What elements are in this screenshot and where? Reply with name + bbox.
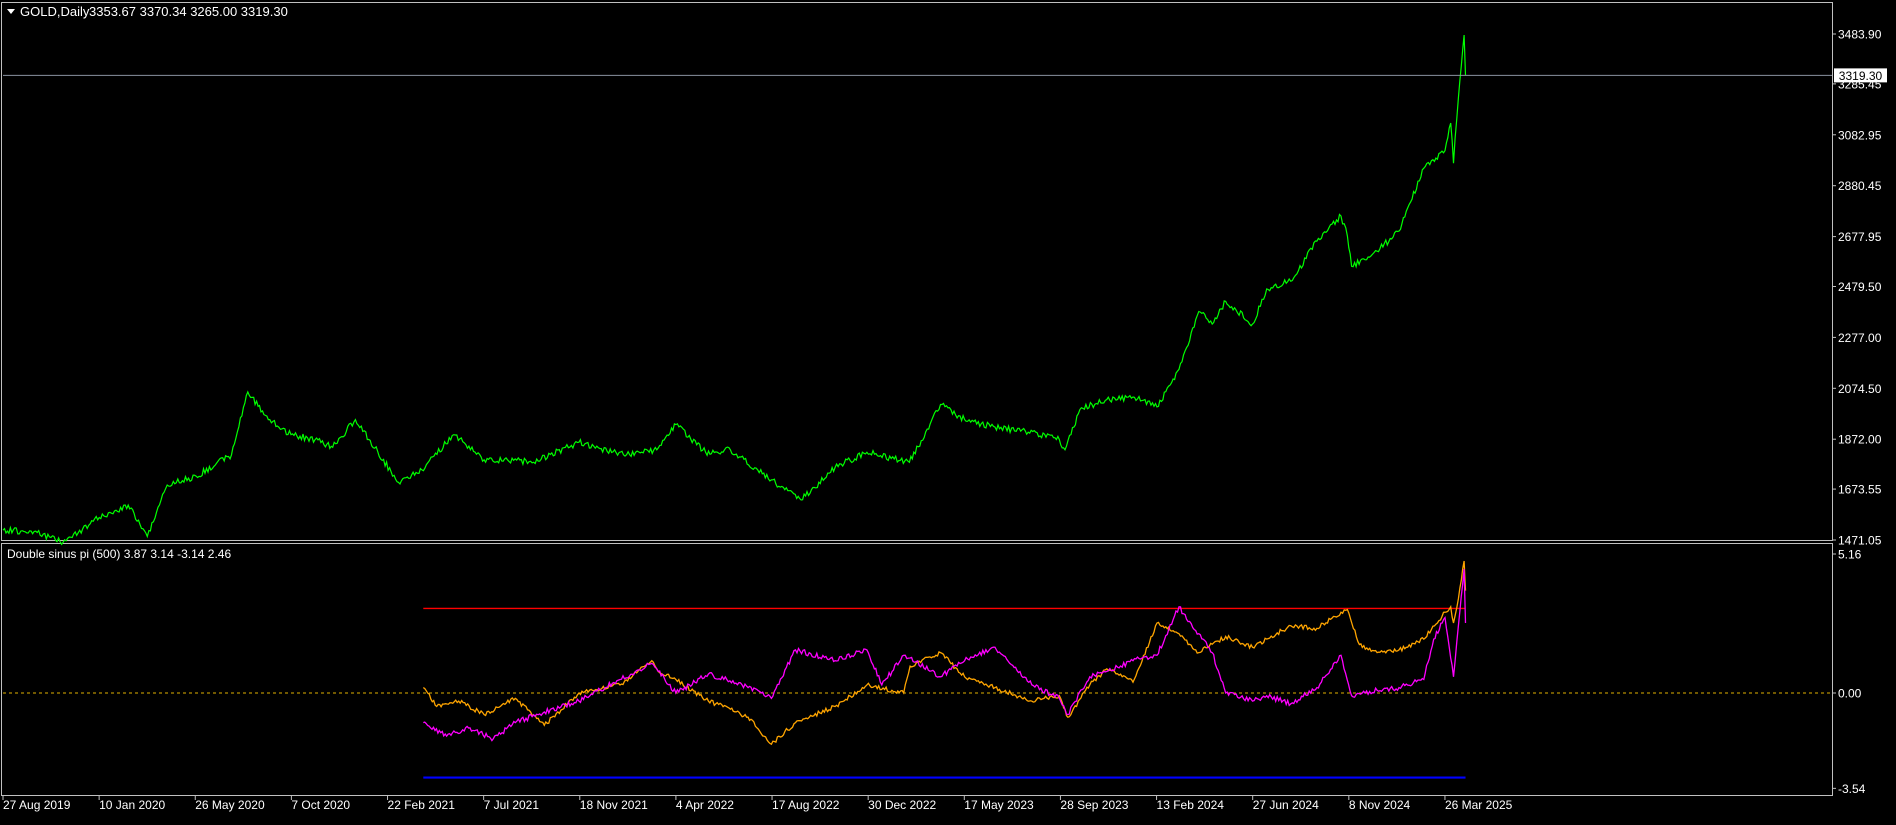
time-axis-tick-label: 27 Jun 2024 — [1253, 798, 1319, 812]
indicator-title: Double sinus pi (500) 3.87 3.14 -3.14 2.… — [7, 547, 231, 561]
indicator-axis-tick-label: 0.00 — [1838, 687, 1862, 701]
time-axis-tick-label: 8 Nov 2024 — [1349, 798, 1411, 812]
price-line — [2, 34, 1467, 546]
price-axis-tick-label: 1673.55 — [1838, 483, 1882, 497]
collapse-triangle-icon[interactable] — [7, 9, 15, 14]
time-axis-tick-label: 26 Mar 2025 — [1445, 798, 1513, 812]
trading-chart[interactable]: 3483.90 3285.45 3082.95 2880.45 2677.95 2479.… — [0, 0, 1896, 820]
symbol-title: GOLD,Daily — [20, 4, 90, 19]
price-axis-tick-label: 2277.00 — [1838, 331, 1882, 345]
indicator-axis-tick-label: -3.54 — [1838, 782, 1866, 796]
price-axis-tick-label: 2880.45 — [1838, 179, 1882, 193]
chart-svg: 3483.903285.453082.952880.452677.952479.… — [1, 2, 1887, 812]
time-axis-tick-label: 13 Feb 2024 — [1157, 798, 1225, 812]
time-axis-tick-label: 28 Sep 2023 — [1060, 798, 1128, 812]
time-axis-tick-label: 27 Aug 2019 — [3, 798, 71, 812]
price-axis-tick-label: 2479.50 — [1838, 280, 1882, 294]
price-axis-tick-label: 1872.00 — [1838, 433, 1882, 447]
time-axis-tick-label: 7 Jul 2021 — [484, 798, 540, 812]
main-panel-frame — [1, 2, 1833, 541]
current-price-label: 3319.30 — [1839, 69, 1883, 83]
price-axis-tick-label: 2677.95 — [1838, 230, 1882, 244]
indicator-panel-frame — [1, 543, 1833, 796]
time-axis-tick-label: 4 Apr 2022 — [676, 798, 734, 812]
time-axis-tick-label: 22 Feb 2021 — [388, 798, 456, 812]
time-axis-tick-label: 18 Nov 2021 — [580, 798, 648, 812]
time-axis-tick-label: 10 Jan 2020 — [99, 798, 165, 812]
ohlc-values: 3353.67 3370.34 3265.00 3319.30 — [89, 4, 288, 19]
time-axis-tick-label: 30 Dec 2022 — [868, 798, 936, 812]
indicator-axis-tick-label: 5.16 — [1838, 548, 1862, 562]
time-axis-tick-label: 17 Aug 2022 — [772, 798, 840, 812]
time-axis-tick-label: 17 May 2023 — [964, 798, 1034, 812]
time-axis-tick-label: 26 May 2020 — [195, 798, 265, 812]
price-axis-tick-label: 2074.50 — [1838, 382, 1882, 396]
indicator-series-orange — [422, 560, 1467, 746]
price-axis-tick-label: 3483.90 — [1838, 28, 1882, 42]
time-axis-tick-label: 7 Oct 2020 — [291, 798, 350, 812]
price-axis-tick-label: 3082.95 — [1838, 128, 1882, 142]
price-axis-tick-label: 1471.05 — [1838, 534, 1882, 548]
